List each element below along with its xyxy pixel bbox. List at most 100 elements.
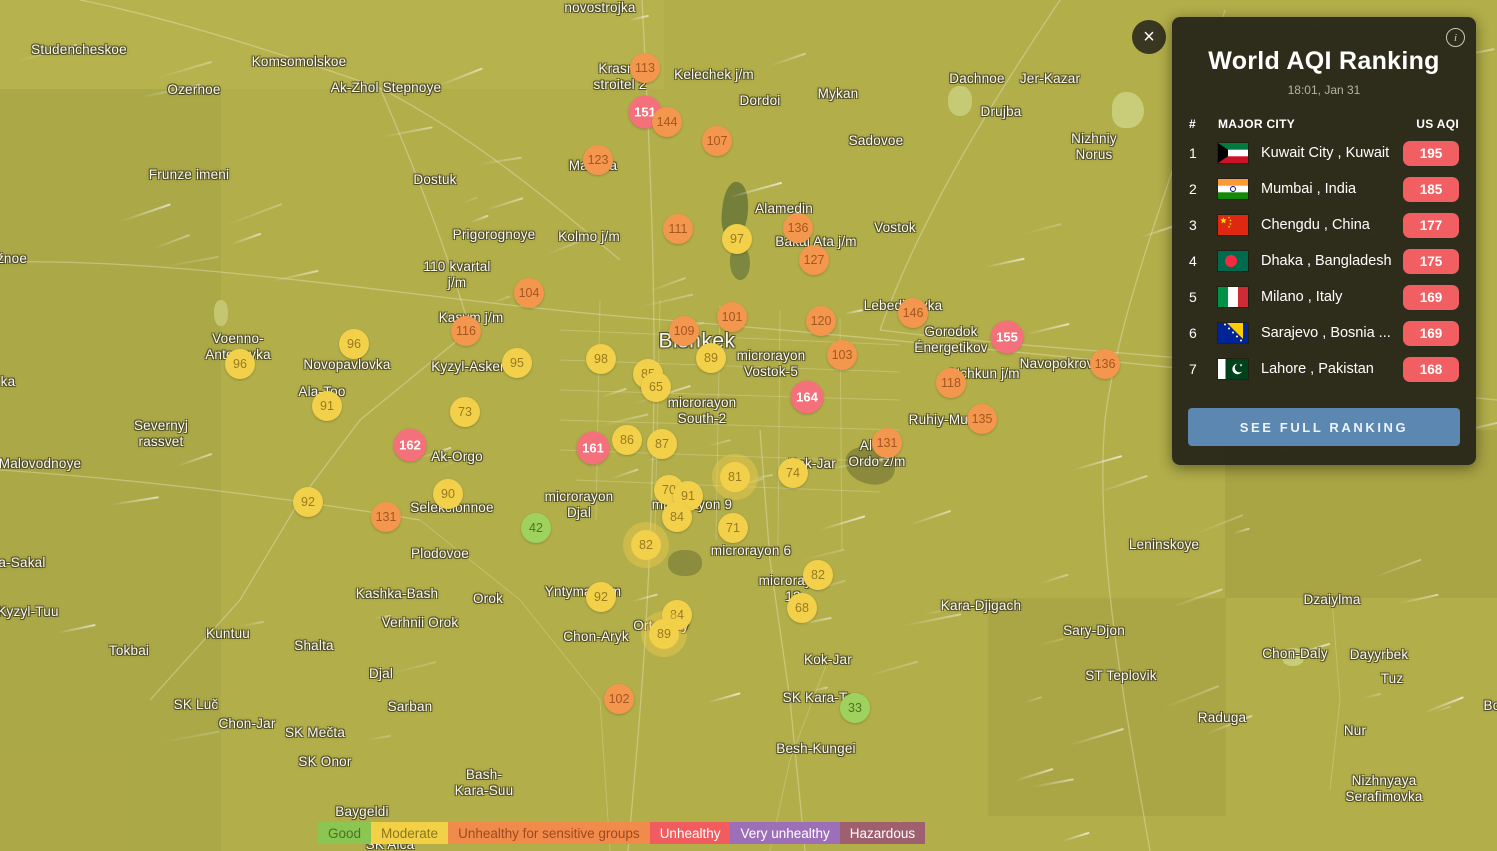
map-label: Jer-Kazar <box>1019 71 1081 87</box>
wind-streak <box>636 293 694 309</box>
ranking-row[interactable]: 2 Mumbai , India 185 <box>1189 171 1459 207</box>
flag-in-icon <box>1218 179 1248 199</box>
map-label: SK Onor <box>298 754 352 770</box>
wind-streak <box>271 269 319 283</box>
aqi-marker[interactable]: 42 <box>521 513 551 543</box>
aqi-marker[interactable]: 136 <box>783 213 813 243</box>
map-patch <box>214 300 228 326</box>
rank-number: 1 <box>1189 145 1197 161</box>
aqi-marker[interactable]: 109 <box>669 316 699 346</box>
aqi-marker[interactable]: 101 <box>717 302 747 332</box>
map-label: žnoe <box>0 251 28 267</box>
map-label: Chon-Aryk <box>563 629 629 645</box>
aqi-marker[interactable]: 89 <box>649 619 679 649</box>
aqi-marker[interactable]: 68 <box>787 593 817 623</box>
aqi-marker[interactable]: 162 <box>393 428 427 462</box>
wind-streak <box>1162 685 1220 710</box>
aqi-marker[interactable]: 161 <box>576 431 610 465</box>
aqi-marker[interactable]: 87 <box>647 429 677 459</box>
wind-streak <box>366 735 392 742</box>
aqi-marker[interactable]: 98 <box>586 344 616 374</box>
aqi-marker[interactable]: 144 <box>652 107 682 137</box>
map-label: Al <box>859 438 873 454</box>
wind-streak <box>799 548 844 562</box>
aqi-marker[interactable]: 155 <box>990 320 1024 354</box>
aqi-marker[interactable]: 97 <box>722 224 752 254</box>
aqi-marker[interactable]: 164 <box>790 380 824 414</box>
wind-streak <box>1072 454 1122 471</box>
ranking-header: # MAJOR CITY US AQI <box>1189 117 1459 131</box>
ranking-row[interactable]: 7 Lahore , Pakistan 168 <box>1189 351 1459 387</box>
ranking-row[interactable]: 1 Kuwait City , Kuwait 195 <box>1189 135 1459 171</box>
wind-streak <box>1098 474 1148 494</box>
aqi-marker[interactable]: 107 <box>702 126 732 156</box>
map-label: Bash- Kara-Suu <box>454 767 514 798</box>
aqi-marker[interactable]: 71 <box>718 513 748 543</box>
aqi-marker[interactable]: 118 <box>936 368 966 398</box>
map-label: Kelechek j/m <box>674 67 754 83</box>
aqi-marker[interactable]: 116 <box>451 316 481 346</box>
aqi-marker[interactable]: 103 <box>827 340 857 370</box>
aqi-marker[interactable]: 131 <box>371 502 401 532</box>
aqi-marker[interactable]: 92 <box>293 487 323 517</box>
column-aqi: US AQI <box>1416 117 1459 131</box>
aqi-marker[interactable]: 84 <box>662 502 692 532</box>
close-icon[interactable]: × <box>1132 20 1166 54</box>
aqi-marker[interactable]: 65 <box>641 372 671 402</box>
aqi-marker[interactable]: 113 <box>630 53 660 83</box>
wind-streak <box>610 467 639 480</box>
aqi-marker[interactable]: 81 <box>720 462 750 492</box>
wind-streak <box>1026 323 1070 336</box>
rank-number: 7 <box>1189 361 1197 377</box>
map-label: Sadovoe <box>848 133 904 149</box>
ranking-row[interactable]: 4 Dhaka , Bangladesh 175 <box>1189 243 1459 279</box>
aqi-marker[interactable]: 102 <box>604 684 634 714</box>
wind-streak <box>1399 594 1439 605</box>
aqi-marker[interactable]: 136 <box>1090 349 1120 379</box>
aqi-marker[interactable]: 135 <box>967 404 997 434</box>
aqi-marker[interactable]: 131 <box>872 428 902 458</box>
city-name: Sarajevo , Bosnia ... <box>1261 325 1391 341</box>
ranking-row[interactable]: 3 Chengdu , China 177 <box>1189 207 1459 243</box>
map-label: Kara-Djigach <box>940 598 1022 614</box>
rank-number: 4 <box>1189 253 1197 269</box>
ranking-row[interactable]: 6 Sarajevo , Bosnia ... 169 <box>1189 315 1459 351</box>
aqi-marker[interactable]: 82 <box>803 560 833 590</box>
map-label: Shalta <box>294 638 334 654</box>
wind-streak <box>388 660 437 675</box>
aqi-marker[interactable]: 123 <box>583 145 613 175</box>
map-label: microrayon Djal <box>544 489 614 520</box>
map-label: Ozernoe <box>167 82 221 98</box>
aqi-marker[interactable]: 120 <box>806 306 836 336</box>
rank-number: 6 <box>1189 325 1197 341</box>
map-label: microrayon South-2 <box>667 395 737 426</box>
aqi-marker[interactable]: 82 <box>631 530 661 560</box>
aqi-marker[interactable]: 96 <box>339 329 369 359</box>
aqi-marker[interactable]: 73 <box>450 397 480 427</box>
aqi-marker[interactable]: 86 <box>612 425 642 455</box>
aqi-marker[interactable]: 90 <box>433 479 463 509</box>
see-full-ranking-button[interactable]: SEE FULL RANKING <box>1188 408 1460 446</box>
aqi-marker[interactable]: 74 <box>778 458 808 488</box>
wind-streak <box>1039 573 1069 585</box>
aqi-marker[interactable]: 127 <box>799 245 829 275</box>
wind-streak <box>1013 767 1054 782</box>
aqi-marker[interactable]: 96 <box>225 349 255 379</box>
aqi-marker[interactable]: 89 <box>696 343 726 373</box>
aqi-marker[interactable]: 104 <box>514 278 544 308</box>
ranking-row[interactable]: 5 Milano , Italy 169 <box>1189 279 1459 315</box>
map-label: Raduga <box>1197 710 1247 726</box>
aqi-marker[interactable]: 92 <box>586 582 616 612</box>
aqi-marker[interactable]: 33 <box>840 693 870 723</box>
aqi-marker[interactable]: 146 <box>898 298 928 328</box>
wind-streak <box>438 67 484 87</box>
flag-cn-icon <box>1218 215 1248 235</box>
wind-streak <box>1371 558 1422 579</box>
aqi-marker[interactable]: 91 <box>312 391 342 421</box>
aqi-marker[interactable]: 111 <box>663 214 693 244</box>
aqi-marker[interactable]: 95 <box>502 348 532 378</box>
wind-streak <box>843 309 863 316</box>
info-icon[interactable]: i <box>1446 28 1465 47</box>
aqi-map[interactable]: novostrojka Studencheskoe Komsomolskoe Ozer… <box>0 0 1497 851</box>
wind-streak <box>159 256 219 269</box>
